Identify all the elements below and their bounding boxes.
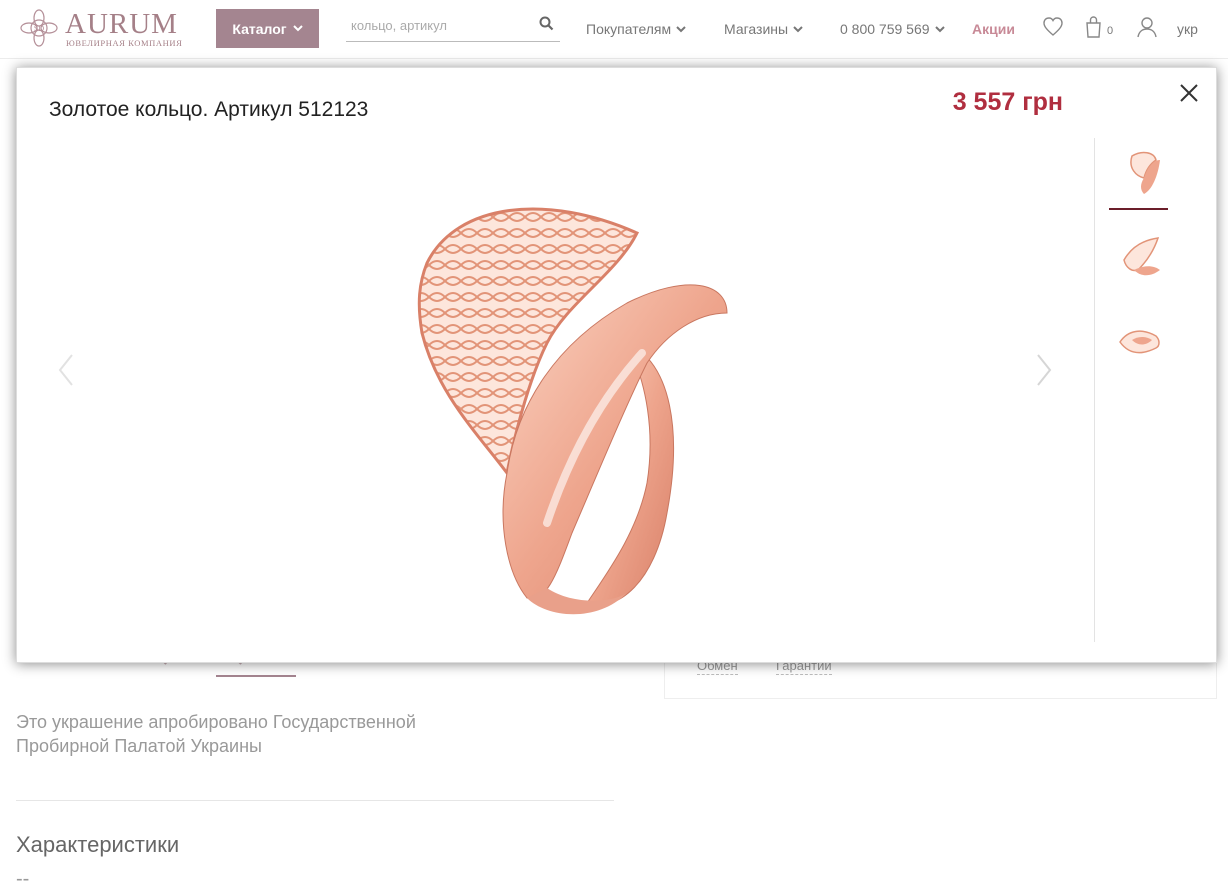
nav-stores[interactable]: Магазины	[724, 21, 803, 37]
search-icon[interactable]	[539, 16, 554, 31]
aurum-logo[interactable]: SD AURUM ЮВЕЛИРНАЯ КОМПАНИЯ	[20, 8, 185, 50]
thumbnail-ring-top[interactable]	[1114, 316, 1168, 370]
svg-text:SD: SD	[34, 24, 44, 33]
divider	[16, 800, 614, 801]
assay-text: Это украшение апробировано Государственн…	[16, 712, 416, 756]
user-icon[interactable]	[1136, 15, 1158, 39]
active-thumbnail-indicator	[1109, 208, 1168, 210]
cart-count-badge: 0	[1107, 25, 1114, 37]
chevron-down-icon	[676, 25, 686, 32]
thumbnail-column-divider	[1094, 138, 1095, 642]
shopping-bag-icon[interactable]	[1083, 15, 1105, 39]
chevron-down-icon	[934, 25, 945, 32]
chevron-down-icon	[292, 25, 303, 32]
catalog-button[interactable]: Каталог	[216, 9, 319, 48]
nav-promo-link[interactable]: Акции	[972, 21, 1015, 37]
language-switch[interactable]: укр	[1177, 21, 1198, 37]
nav-phone-label: 0 800 759 569	[840, 21, 930, 37]
nav-stores-label: Магазины	[724, 21, 789, 37]
thumbnail-ring-front[interactable]	[1114, 146, 1168, 200]
logo-subtitle: ЮВЕЛИРНАЯ КОМПАНИЯ	[66, 38, 183, 48]
next-arrow-icon[interactable]	[1035, 353, 1053, 387]
logo-name: AURUM	[65, 8, 178, 40]
close-icon[interactable]	[1178, 82, 1200, 104]
prev-arrow-icon[interactable]	[57, 353, 75, 387]
search-input[interactable]	[349, 14, 533, 36]
product-image-modal: Золотое кольцо. Артикул 512123 3 557 грн	[16, 67, 1217, 663]
thumbnail-ring-side[interactable]	[1114, 230, 1168, 284]
characteristics-value: --	[16, 868, 30, 890]
chevron-down-icon	[793, 25, 803, 32]
catalog-label: Каталог	[232, 20, 287, 37]
characteristics-heading: Характеристики	[16, 832, 180, 857]
nav-buyers-label: Покупателям	[586, 21, 672, 37]
site-header: SD AURUM ЮВЕЛИРНАЯ КОМПАНИЯ Каталог Поку…	[0, 0, 1228, 59]
product-price: 3 557 грн	[952, 88, 1063, 116]
modal-title: Золотое кольцо. Артикул 512123	[49, 98, 369, 121]
heart-icon[interactable]	[1042, 15, 1064, 39]
active-thumbnail-indicator	[216, 675, 296, 677]
nav-phone[interactable]: 0 800 759 569	[840, 21, 945, 37]
logo-flower-icon: SD	[20, 9, 58, 47]
nav-buyers[interactable]: Покупателям	[586, 21, 686, 37]
search-box	[346, 10, 560, 42]
ring-main-image[interactable]	[397, 193, 737, 623]
